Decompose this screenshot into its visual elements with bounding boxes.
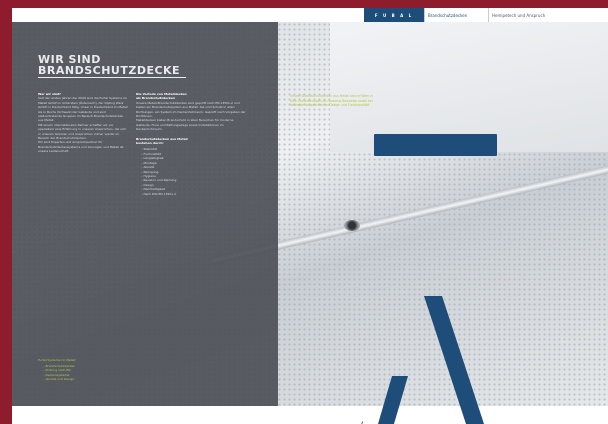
col1-paragraph-2: Mit einem internationalen Partner schaff… [38, 122, 127, 141]
text-column-2: Die Vorteile von Metalldecken als Brands… [136, 92, 246, 196]
nav-tab-brandschutzdecken[interactable]: Brandschutzdecken [424, 8, 488, 22]
top-bar: F U B A L Brandschutzdecken Hemipetech u… [12, 8, 608, 22]
brochure-page: F U B A L Brandschutzdecken Hemipetech u… [12, 8, 608, 424]
list-item: Nach DIN EN 13501-2 [141, 192, 246, 196]
text-overlay [12, 22, 278, 406]
page-title: WIR SIND BRANDSCHUTZDECKE [38, 54, 198, 76]
footnote-box: Furtal Systeme im Metall Brandschutzdeck… [38, 358, 148, 381]
title-line-2: BRANDSCHUTZDECKE [38, 64, 181, 77]
col1-paragraph-3: Wir sind Experten und Ansprechpartner fü… [38, 140, 124, 154]
list-item: Akustik und Design [43, 377, 148, 381]
col2-paragraph-2: Metalldecken bieten Brandschutz in allen… [136, 118, 234, 132]
benefits-list: Stabilität Formvielfalt Langlebigkeit Mo… [136, 147, 246, 195]
screw-detail [344, 220, 360, 231]
col1-paragraph-1: Seit den ersten Jahren der 2009 sind die… [38, 96, 128, 123]
col2-paragraph-1: Unsere Metall-Brandschutzdecken sind gep… [136, 100, 246, 119]
brand-logo-mark [378, 296, 484, 424]
col2-heading-4: bestehen durch: [136, 141, 164, 146]
footnote-list: Brandschutzdecken Prüfung nach EN Decken… [38, 364, 148, 381]
footnote-heading: Furtal Systeme im Metall [38, 358, 76, 362]
brand-tab[interactable]: F U B A L [364, 8, 424, 22]
blue-accent-bar [374, 134, 497, 156]
nav-tab-anspruch[interactable]: Hemipetech und Anspruch [488, 8, 608, 22]
plain-panel [330, 22, 608, 152]
highlight-text: Unsere Brandschutzdecken aus Metall sind… [290, 94, 374, 108]
text-column-1: Wer wir sind? Seit den ersten Jahren der… [38, 92, 128, 154]
title-underline [38, 77, 186, 78]
